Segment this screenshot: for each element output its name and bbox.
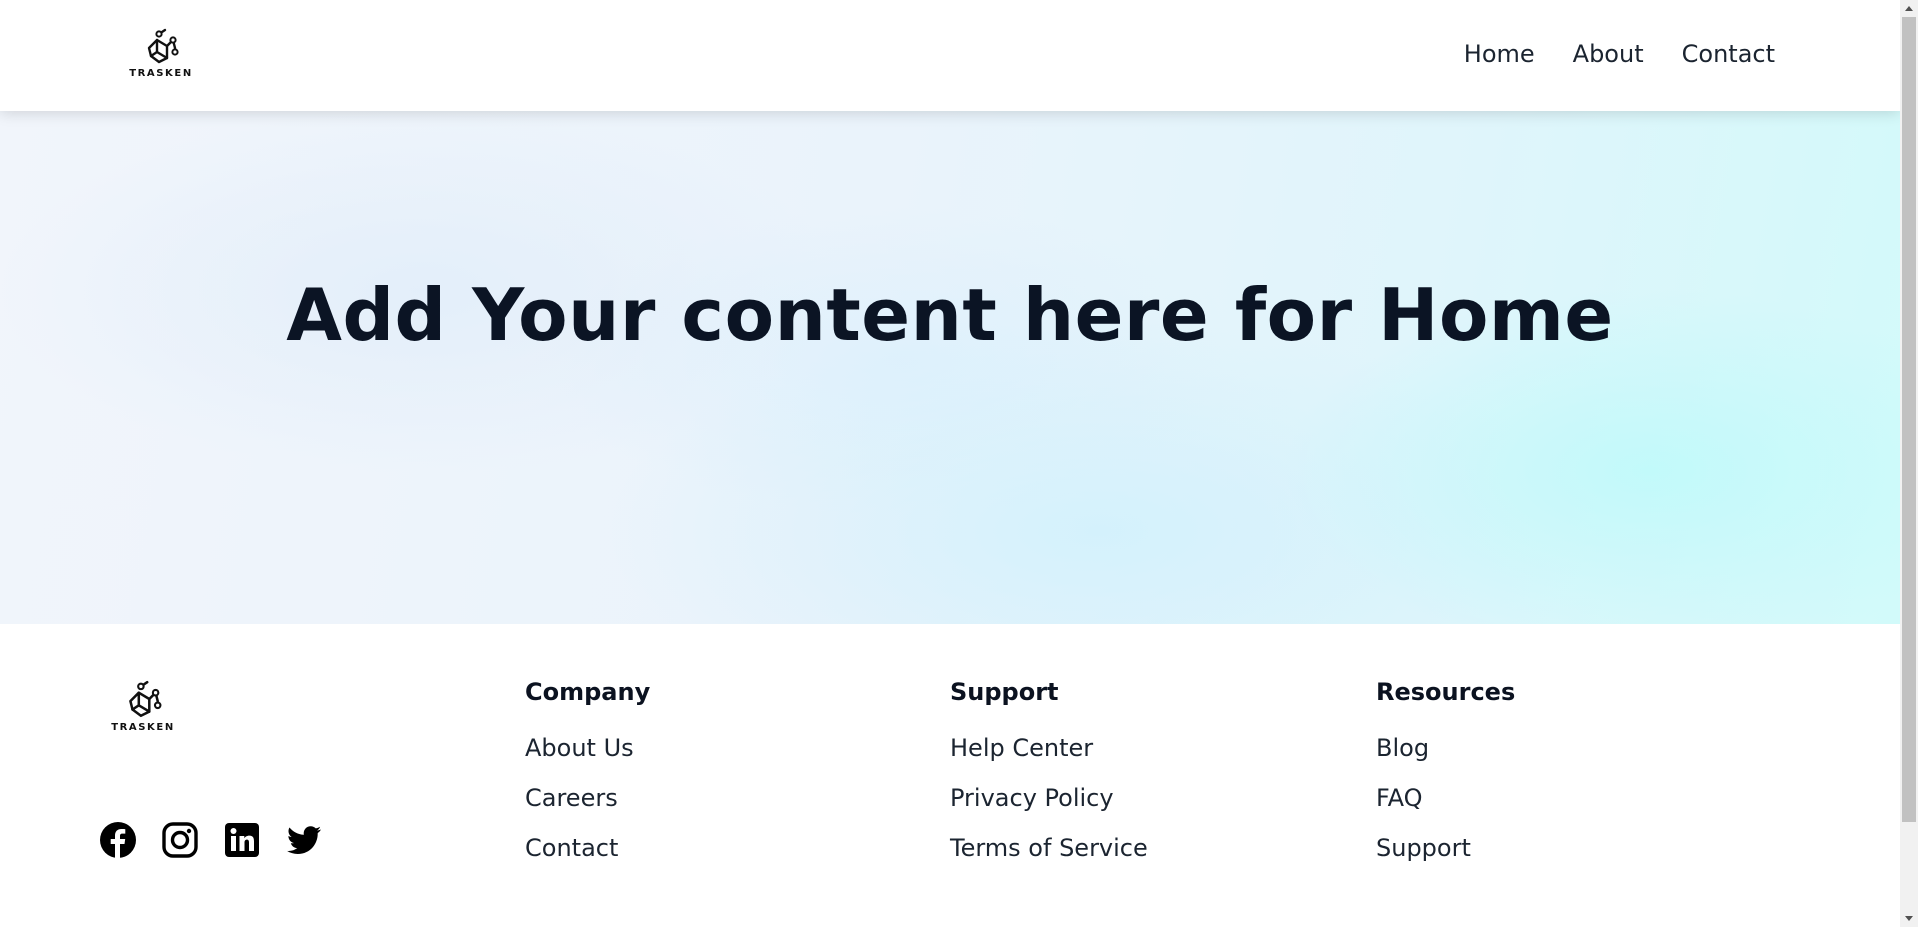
scroll-down-button[interactable] bbox=[1900, 910, 1918, 927]
nav-about-link[interactable]: About bbox=[1573, 40, 1644, 68]
instagram-icon[interactable] bbox=[161, 821, 199, 859]
page: TRASKEN Home About Contact Add Your cont… bbox=[0, 0, 1900, 927]
footer-column-company: Company About Us Careers Contact bbox=[525, 678, 650, 884]
site-footer: TRASKEN Company About Us Careers Contact… bbox=[0, 624, 1900, 927]
facebook-icon[interactable] bbox=[99, 821, 137, 859]
vertical-scrollbar[interactable] bbox=[1900, 0, 1918, 927]
footer-heading-company: Company bbox=[525, 678, 651, 706]
nav-home-link[interactable]: Home bbox=[1464, 40, 1535, 68]
footer-link-careers[interactable]: Careers bbox=[525, 784, 650, 813]
footer-link-privacy-policy[interactable]: Privacy Policy bbox=[950, 784, 1148, 813]
scrollbar-thumb[interactable] bbox=[1902, 17, 1916, 822]
arrow-up-icon bbox=[1905, 6, 1913, 11]
twitter-icon[interactable] bbox=[285, 821, 323, 859]
arrow-down-icon bbox=[1905, 916, 1913, 921]
footer-link-about-us[interactable]: About Us bbox=[525, 734, 650, 763]
trasken-logo-icon bbox=[147, 28, 179, 64]
hero-title: Add Your content here for Home bbox=[286, 273, 1614, 357]
nav-contact-link[interactable]: Contact bbox=[1682, 40, 1775, 68]
footer-column-resources: Resources Blog FAQ Support bbox=[1376, 678, 1515, 884]
footer-link-terms-of-service[interactable]: Terms of Service bbox=[950, 834, 1148, 863]
trasken-logo-icon bbox=[129, 680, 162, 718]
social-links bbox=[99, 821, 323, 859]
footer-link-contact[interactable]: Contact bbox=[525, 834, 650, 863]
footer-link-support[interactable]: Support bbox=[1376, 834, 1515, 863]
linkedin-icon[interactable] bbox=[223, 821, 261, 859]
site-header: TRASKEN Home About Contact bbox=[0, 0, 1900, 111]
footer-column-support: Support Help Center Privacy Policy Terms… bbox=[950, 678, 1148, 884]
footer-link-faq[interactable]: FAQ bbox=[1376, 784, 1515, 813]
footer-heading-support: Support bbox=[950, 678, 1059, 706]
footer-link-blog[interactable]: Blog bbox=[1376, 734, 1515, 763]
footer-logo[interactable]: TRASKEN bbox=[108, 678, 178, 733]
footer-heading-resources: Resources bbox=[1376, 678, 1516, 706]
logo-wordmark: TRASKEN bbox=[129, 68, 193, 79]
header-logo[interactable]: TRASKEN bbox=[129, 26, 193, 79]
main-nav: Home About Contact bbox=[1426, 40, 1775, 68]
footer-link-help-center[interactable]: Help Center bbox=[950, 734, 1148, 763]
hero-section: Add Your content here for Home bbox=[0, 111, 1900, 624]
scroll-up-button[interactable] bbox=[1900, 0, 1918, 17]
logo-wordmark: TRASKEN bbox=[111, 722, 175, 733]
